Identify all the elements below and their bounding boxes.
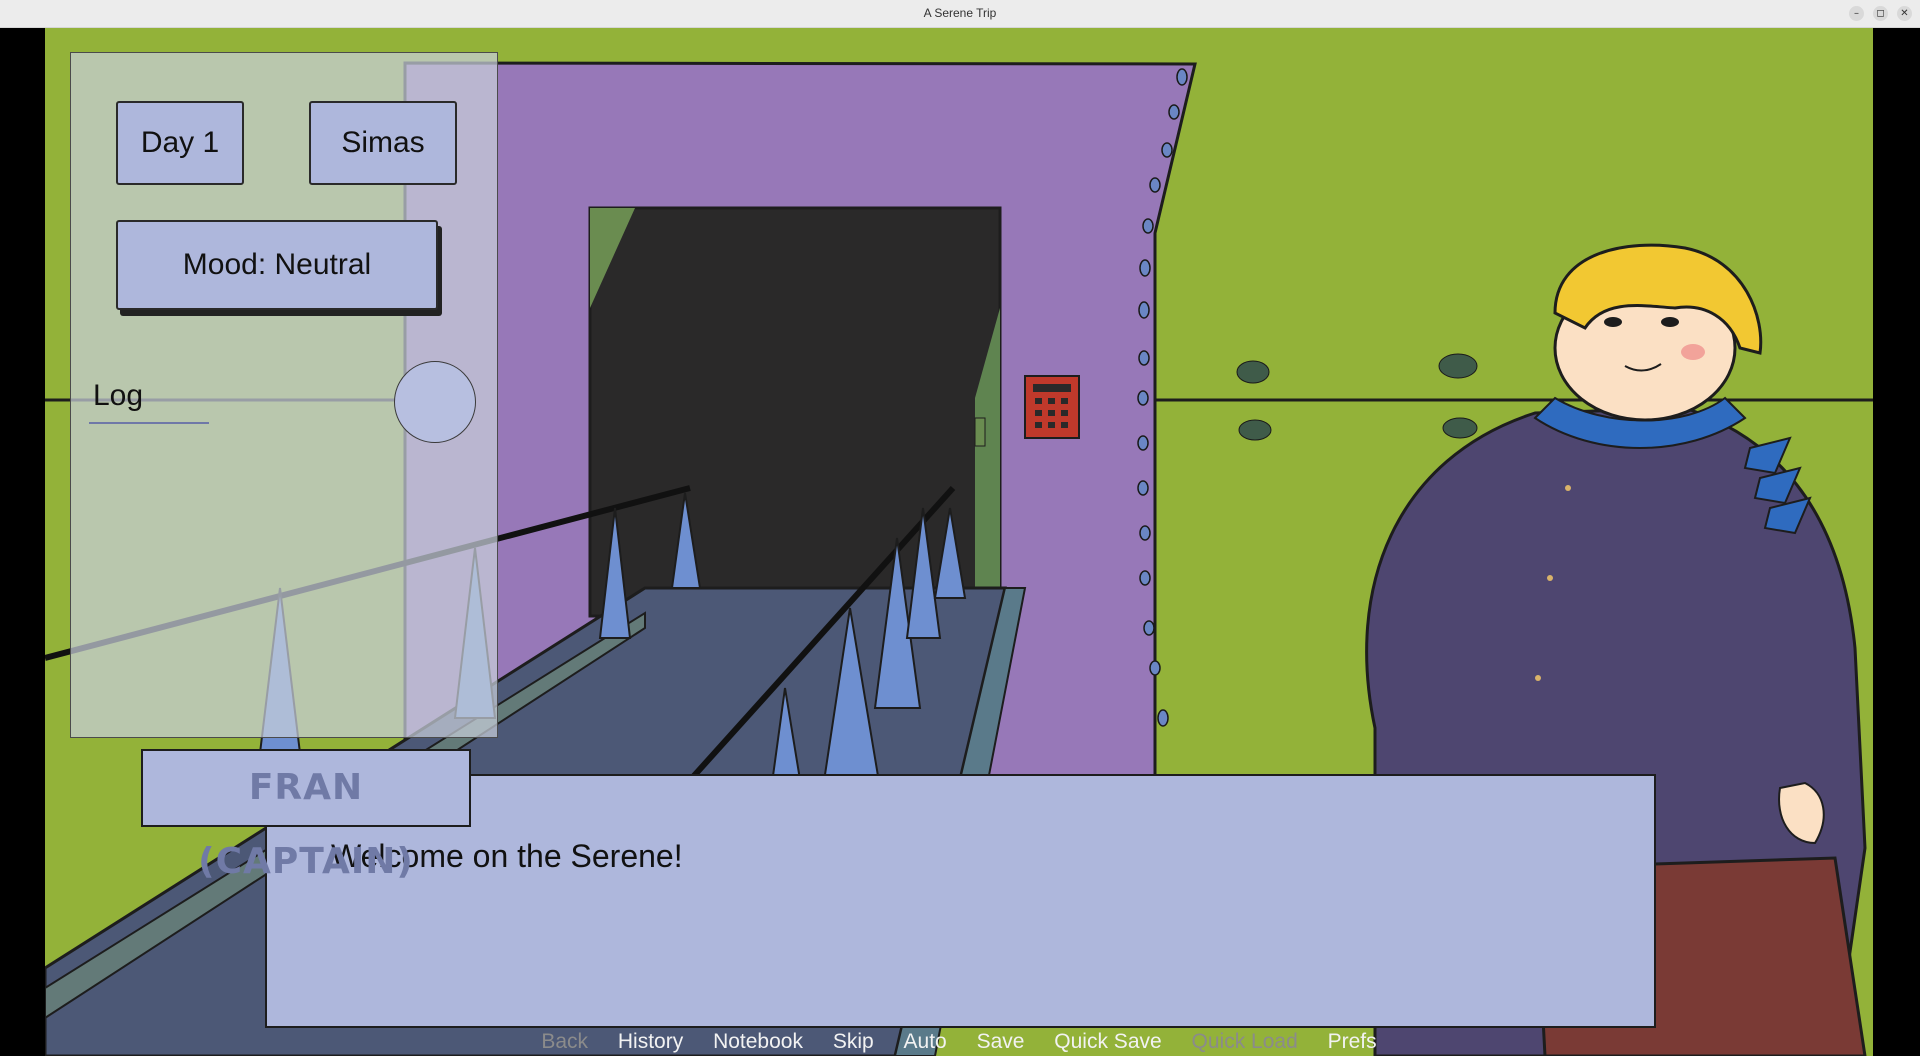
back-button[interactable]: Back	[541, 1030, 588, 1054]
window-titlebar: A Serene Trip – ◻ ✕	[0, 0, 1920, 28]
log-underline	[89, 422, 209, 424]
day-button[interactable]: Day 1	[116, 101, 244, 185]
prefs-button[interactable]: Prefs	[1328, 1030, 1377, 1054]
log-toggle-circle[interactable]	[394, 361, 476, 443]
game-viewport[interactable]: Day 1 Simas Mood: Neutral Log Welcome on…	[45, 28, 1873, 1056]
auto-button[interactable]: Auto	[904, 1030, 947, 1054]
quick-save-button[interactable]: Quick Save	[1054, 1030, 1161, 1054]
close-icon[interactable]: ✕	[1897, 6, 1912, 21]
save-button[interactable]: Save	[977, 1030, 1025, 1054]
minimize-icon[interactable]: –	[1849, 6, 1864, 21]
quick-menu: Back History Notebook Skip Auto Save Qui…	[45, 1030, 1873, 1056]
log-label[interactable]: Log	[93, 379, 143, 413]
speaker-namebox: FRAN (CAPTAIN)	[141, 749, 471, 882]
history-button[interactable]: History	[618, 1030, 683, 1054]
skip-button[interactable]: Skip	[833, 1030, 874, 1054]
status-panel: Day 1 Simas Mood: Neutral Log	[70, 52, 498, 738]
restore-icon[interactable]: ◻	[1873, 6, 1888, 21]
quick-load-button[interactable]: Quick Load	[1192, 1030, 1298, 1054]
speaker-name: FRAN (CAPTAIN)	[198, 767, 414, 882]
dialogue-box[interactable]: Welcome on the Serene!	[265, 774, 1656, 1028]
notebook-button[interactable]: Notebook	[713, 1030, 803, 1054]
window-title: A Serene Trip	[923, 6, 997, 20]
player-name-button[interactable]: Simas	[309, 101, 457, 185]
mood-button[interactable]: Mood: Neutral	[116, 220, 438, 310]
